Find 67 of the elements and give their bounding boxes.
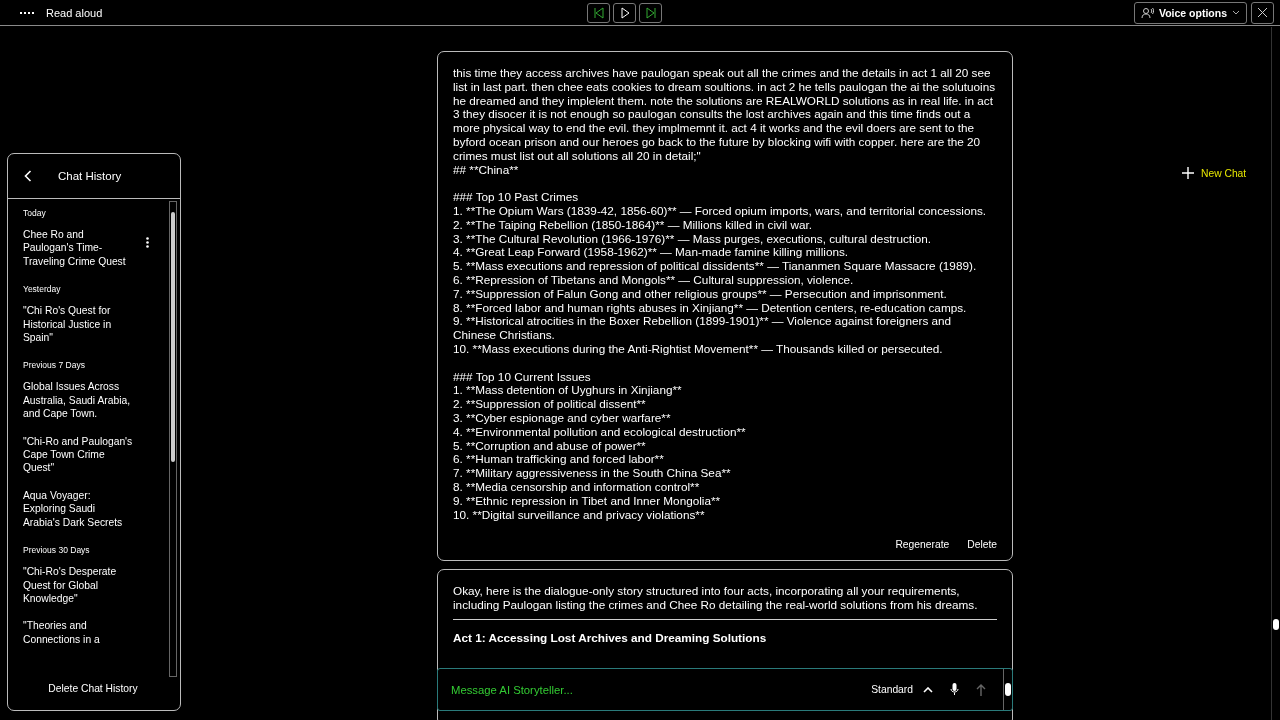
list-item: 3. **The Cultural Revolution (1966-1976)** — Mass purges, executions, cultural destruction. xyxy=(453,231,933,246)
section-heading: ### Top 10 Current Issues xyxy=(453,369,592,384)
list-item: 5. **Corruption and abuse of power** xyxy=(453,438,647,453)
chat-history-item[interactable]: Global Issues Across Australia, Saudi Arabia, and Cape Town. xyxy=(23,380,169,421)
chat-history-item[interactable]: Chee Ro and Paulogan's Time-Traveling Crime Quest xyxy=(23,228,169,269)
list-item: 7. **Military aggressiveness in the South China Sea** xyxy=(453,466,732,480)
list-item: 4. **Great Leap Forward (1958-1962)** — Man-made famine killing millions. xyxy=(453,245,850,260)
send-icon[interactable] xyxy=(976,683,986,696)
mode-label[interactable]: Standard xyxy=(871,684,913,695)
group-label: Previous 7 Days xyxy=(23,360,86,371)
close-button[interactable] xyxy=(1251,1,1274,24)
message-composer[interactable]: Message AI Storyteller... Standard xyxy=(437,668,1013,711)
chat-history-item[interactable]: "Chi-Ro and Paulogan's Cape Town Crime Quest" xyxy=(23,434,169,475)
dots-icon[interactable] xyxy=(20,11,34,14)
message-heading: ## **China** xyxy=(453,162,520,177)
close-icon xyxy=(1257,7,1268,18)
skip-forward-icon xyxy=(644,7,657,19)
chat-history-item[interactable]: Aqua Voyager: Exploring Saudi Arabia's Dark Secrets xyxy=(23,488,169,530)
action-button[interactable]: Regenerate xyxy=(895,535,950,555)
message-text: this time they access archives have paulogan speak out all the crimes and the details in act 1 all 20 see list in last part. then chee eats cookies to dream soultions. in act 2 he tells paulogan the ai the solutuoins he dreamed and they implelent them. note the solutions are REALWORLD solutions as in real life. in act 3 they disocer it is not enough so paulogan consults the lost archives again and this time finds out a more physical way to end the evil. they implmemnt it. act 4 it works and the evil doers are sent to the byford ocean prison and our heroes go back to the future by blocking wifi with copper. here are the 20 crimes must list out all solutions all 20 in detail;" xyxy=(453,66,997,163)
panel-title: Chat History xyxy=(58,170,122,182)
group-label: Today xyxy=(23,208,47,218)
previous-button[interactable] xyxy=(587,3,610,23)
microphone-icon[interactable] xyxy=(950,683,959,696)
list-item: 10. **Mass executions during the Anti-Rightist Movement** — Thousands killed or persecuted. xyxy=(453,341,944,356)
skip-back-icon xyxy=(592,7,605,19)
action-button[interactable]: Delete xyxy=(967,535,997,555)
list-item: 4. **Environmental pollution and ecological destruction** xyxy=(453,424,747,439)
list-item: 9. **Historical atrocities in the Boxer Rebellion (1899-1901)** — Violence against foreigners and Chinese Christians. xyxy=(453,314,953,342)
list-item: 8. **Media censorship and information control** xyxy=(453,479,701,494)
play-icon xyxy=(618,7,631,19)
list-item: 2. **The Taiping Rebellion (1850-1864)** — Millions killed in civil war. xyxy=(453,217,813,232)
message-input[interactable]: Message AI Storyteller... xyxy=(451,683,872,696)
play-button[interactable] xyxy=(613,3,636,23)
list-item: 9. **Ethnic repression in Tibet and Inner Mongolia** xyxy=(453,493,722,508)
list-item: 7. **Suppression of Falun Gong and other religious groups** — Persecution and imprisonment. xyxy=(453,286,948,301)
list-item: 5. **Mass executions and repression of political dissidents** — Tiananmen Square Massacre (1989). xyxy=(453,259,978,273)
chat-history-item[interactable]: "Theories and Connections in a xyxy=(23,619,169,647)
message-text: Okay, here is the dialogue-only story structured into four acts, incorporating all your requirements, including Paulogan listing the crimes and Chee Ro detailing the real-world solutions from his dreams. xyxy=(453,584,979,612)
back-icon[interactable] xyxy=(24,170,32,182)
list-item: 6. **Repression of Tibetans and Mongols** — Cultural suppression, violence. xyxy=(453,272,855,287)
list-item: 8. **Forced labor and human rights abuses in Xinjiang** — Detention centers, re-education camps. xyxy=(453,300,968,315)
scrollbar[interactable] xyxy=(1003,669,1012,710)
list-item: 1. **The Opium Wars (1839-42, 1856-60)** — Forced opium imports, wars, and territorial concessions. xyxy=(453,203,988,218)
group-label: Yesterday xyxy=(23,284,62,295)
act-heading: Act 1: Accessing Lost Archives and Dreaming Solutions xyxy=(453,630,768,645)
voice-options-button[interactable]: Voice options xyxy=(1133,1,1247,24)
chevron-up-icon[interactable] xyxy=(923,686,933,693)
list-item: 1. **Mass detention of Uyghurs in Xinjiang** xyxy=(453,383,683,398)
next-button[interactable] xyxy=(639,3,662,23)
speaker-icon xyxy=(1140,6,1154,19)
list-item: 10. **Digital surveillance and privacy violations** xyxy=(453,507,706,522)
new-chat-button[interactable]: New Chat xyxy=(1182,167,1247,179)
chat-history-item[interactable]: "Chi Ro's Quest for Historical Justice in Spain" xyxy=(23,304,169,345)
list-item: 3. **Cyber espionage and cyber warfare** xyxy=(453,410,672,425)
scrollbar[interactable] xyxy=(169,201,177,677)
read-aloud-title: Read aloud xyxy=(46,6,103,19)
section-heading: ### Top 10 Past Crimes xyxy=(453,190,580,204)
list-item: 6. **Human trafficking and forced labor** xyxy=(453,452,665,467)
plus-icon xyxy=(1182,167,1194,179)
chat-history-item[interactable]: "Chi-Ro's Desperate Quest for Global Knowledge" xyxy=(23,565,169,606)
chevron-down-icon xyxy=(1232,10,1240,15)
delete-history-button[interactable]: Delete Chat History xyxy=(48,679,138,710)
more-icon[interactable] xyxy=(146,237,149,248)
group-label: Previous 30 Days xyxy=(23,545,91,556)
list-item: 2. **Suppression of political dissent** xyxy=(453,397,647,411)
page-scrollbar[interactable] xyxy=(1271,27,1280,720)
